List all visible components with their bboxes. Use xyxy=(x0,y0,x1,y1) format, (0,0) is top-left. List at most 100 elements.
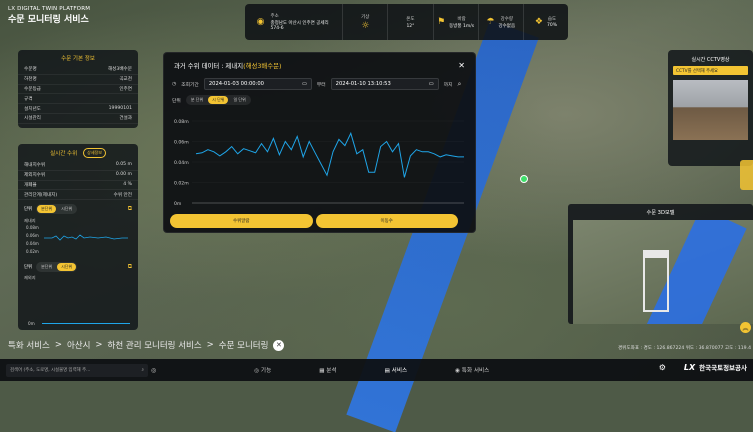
rt-unit-toggle2[interactable]: 분단위 시단위 xyxy=(36,262,78,273)
temp-value: 12° xyxy=(406,23,415,29)
close-crumb-icon[interactable]: ✕ xyxy=(273,339,285,351)
rt-unit-toggle[interactable]: 분단위 시단위 xyxy=(36,204,78,215)
realtime-title: 실시간 수위 xyxy=(50,151,78,157)
temp-label: 온도 xyxy=(406,16,415,22)
period-label: 조회기간 xyxy=(181,82,199,88)
basic-info-key: 규격 xyxy=(24,96,33,102)
weather-temp: 온도 12° xyxy=(388,4,434,40)
cctv-select[interactable]: CCTV를 선택해 주세요 xyxy=(673,66,748,75)
rt-zero-label: 0m xyxy=(28,321,35,326)
main-nav: ◎ 기능 ▦ 분석 ▤ 서비스 ◉ 특화 서비스 xyxy=(254,366,489,374)
end-date-input[interactable]: 2024-01-10 13:10:53 ▭ xyxy=(330,78,439,90)
brand-ko: 수문 모니터링 서비스 xyxy=(8,15,89,25)
expand-icon[interactable]: ⧉ xyxy=(128,205,132,213)
nav-function[interactable]: ◎ 기능 xyxy=(254,366,271,374)
weather-address: ◉ 주소 충청남도 아산시 인주면 공세리 574-6 xyxy=(245,4,344,40)
rt-mini-line xyxy=(44,234,128,241)
breadcrumb: 특화 서비스 > 아산시 > 하천 관리 모니터링 서비스 > 수문 모니터링 ✕ xyxy=(8,339,285,351)
realtime-value: 0.05 m xyxy=(115,162,132,168)
search-icon[interactable]: ⌕ xyxy=(458,80,462,89)
until-label: 까지 xyxy=(443,82,453,88)
basic-info-row: 수문등급 인주면 xyxy=(18,85,138,95)
close-icon[interactable]: ✕ xyxy=(458,61,465,70)
crumb-2[interactable]: 아산시 xyxy=(67,339,90,351)
rt-unit-hour[interactable]: 시단위 xyxy=(57,205,76,213)
basic-info-key: 수문등급 xyxy=(24,86,41,92)
basic-info-value: 인주면 xyxy=(119,86,132,92)
crumb-1[interactable]: 특화 서비스 xyxy=(8,339,50,351)
address-value: 충청남도 아산시 인주면 공세리 574-6 xyxy=(270,21,329,31)
weather-sky: 기상 ☼ xyxy=(343,4,389,40)
series-line xyxy=(195,131,464,178)
realtime-key: 관리단계(제내지) xyxy=(24,192,58,198)
expand-icon-2[interactable]: ⧉ xyxy=(128,263,132,271)
search-icon[interactable]: ⌕ xyxy=(142,367,144,373)
realtime-key: 개폐율 xyxy=(24,182,37,188)
rt-tick: 0.08m xyxy=(26,225,39,230)
search-input[interactable]: 검색어 (주소, 도로명, 시설물명 입력해 주... ⌕ xyxy=(6,363,148,377)
model3d-view[interactable] xyxy=(573,220,753,324)
wind-label: 바람 xyxy=(457,16,466,22)
y-tick-label: 0m xyxy=(174,201,182,207)
modal-title: 과거 수위 데이터 : 제내지(해성3배수문) xyxy=(174,62,282,70)
crumb-3[interactable]: 하천 관리 모니터링 서비스 xyxy=(108,339,202,351)
rt-unit2-hour[interactable]: 시단위 xyxy=(57,263,77,272)
basic-info-key: 설치년도 xyxy=(24,106,41,112)
realtime-row: 해내지수위 0.05 m xyxy=(18,161,138,171)
rt-series2-label: 제외지 xyxy=(24,275,36,281)
sluice-tower xyxy=(643,250,669,312)
basic-info-value: 곡교천 xyxy=(119,77,132,83)
nav-special[interactable]: ◉ 특화 서비스 xyxy=(455,366,489,374)
unit-minute[interactable]: 분 단위 xyxy=(187,96,207,104)
start-date-input[interactable]: 2024-01-03 00:00:00 ▭ xyxy=(203,78,312,90)
humidity-value: 70% xyxy=(546,23,557,28)
cctv-video[interactable] xyxy=(673,80,748,140)
weather-wind: ⚑ 바람 동방풍 1m/s xyxy=(434,4,479,40)
coordinates-readout: 경위도좌표 : 경도 : 126.867224 위도 : 36.870077 고… xyxy=(617,346,751,351)
y-tick-label: 0.04m xyxy=(174,160,189,166)
cctv-title: 실시간 CCTV영상 xyxy=(691,57,730,63)
collapse-icon[interactable]: ︽ xyxy=(740,322,751,333)
modal-unit-label: 단위 xyxy=(172,98,181,104)
sky-label: 기상 xyxy=(361,14,370,20)
rt-unit2-minute[interactable]: 분단위 xyxy=(37,263,56,271)
modal-unit-toggle[interactable]: 분 단위 시 단위 일 단위 xyxy=(185,95,251,105)
y-tick-label: 0.06m xyxy=(174,140,189,146)
basic-info-row: 하천명 곡교천 xyxy=(18,75,138,85)
realtime-panel: 실시간 수위 상세정보 해내지수위 0.05 m 제외지수위 0.00 m 개폐율 4 %… xyxy=(18,144,138,330)
bottom-bar: 검색어 (주소, 도로명, 시설물명 입력해 주... ⌕ ◎ ◎ 기능 ▦ 분… xyxy=(0,359,753,381)
move-button[interactable]: 이동수 xyxy=(315,214,458,228)
rt-tick: 0.02m xyxy=(26,249,39,254)
nav-service[interactable]: ▤ 서비스 xyxy=(385,366,408,374)
basic-info-row: 규격 xyxy=(18,94,138,105)
wind-value: 동방풍 1m/s xyxy=(449,23,475,29)
realtime-value: 4 % xyxy=(123,181,132,187)
calendar-icon: ▭ xyxy=(301,81,307,87)
alarm-button[interactable]: 수위알람 xyxy=(170,214,313,228)
weather-bar: ◉ 주소 충청남도 아산시 인주면 공세리 574-6 기상 ☼ 온도 12° … xyxy=(245,4,568,40)
weather-precip: ☂ 강수량 강수없음 xyxy=(479,4,524,40)
basic-info-value: 건설과 xyxy=(119,116,132,122)
crumb-4: 수문 모니터링 xyxy=(218,341,269,351)
realtime-value: 0.00 m xyxy=(115,172,132,178)
settings-icon[interactable]: ⚙ xyxy=(659,363,666,372)
side-tools xyxy=(740,160,753,190)
unit-hour[interactable]: 시 단위 xyxy=(208,96,229,104)
rt-unit-minute[interactable]: 분단위 xyxy=(37,205,57,214)
sluice-marker[interactable] xyxy=(520,175,528,183)
humidity-label: 습도 xyxy=(547,17,557,22)
droplet-icon: ❖ xyxy=(534,16,543,27)
brand: LX DIGITAL TWIN PLATFORM 수문 모니터링 서비스 xyxy=(8,6,90,25)
unit-day[interactable]: 일 단위 xyxy=(229,96,249,104)
nav-analysis[interactable]: ▦ 분석 xyxy=(319,366,336,374)
calendar-icon: ▭ xyxy=(428,81,434,87)
detail-button[interactable]: 상세정보 xyxy=(83,148,106,158)
basic-info-key: 시설관리 xyxy=(24,116,41,122)
org-logo: ⚙ LX 한국국토정보공사 xyxy=(658,362,747,373)
realtime-row: 제외지수위 0.00 m xyxy=(18,171,138,181)
history-chart: 0.08m 0.06m 0.04m 0.02m 0m xyxy=(174,119,464,207)
locate-icon[interactable]: ◎ xyxy=(151,367,156,374)
rt-mini-chart: 0.08m 0.06m 0.04m 0.02m xyxy=(26,225,128,254)
realtime-row: 관리단계(제내지) 수위 안전 xyxy=(18,190,138,201)
basic-info-row: 시설관리 건설과 xyxy=(18,114,138,124)
